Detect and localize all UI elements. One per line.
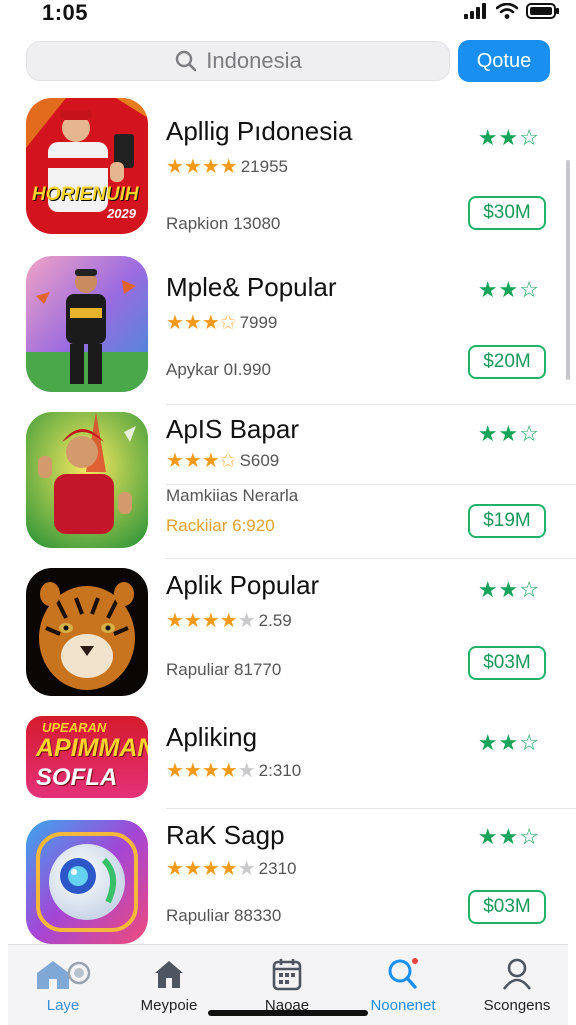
rating-count: 2.59: [258, 610, 292, 630]
calendar-icon: [272, 959, 302, 991]
price-button[interactable]: $19M: [468, 504, 546, 538]
star-rating-icon: ★★★★★: [166, 858, 256, 880]
thumbs-up-person-icon: [26, 412, 148, 548]
icon-top-text: UPEARAN: [42, 720, 107, 735]
athlete-with-phone-icon: HORIENUIH 2029: [26, 98, 148, 234]
star-rating-icon: ★★★✩: [166, 450, 237, 472]
rating-count: 21955: [240, 156, 288, 176]
icon-year-text: 2029: [107, 206, 136, 221]
rating-count: 7999: [239, 312, 278, 332]
tab-noonenet[interactable]: Noonenet: [348, 951, 458, 1015]
rating-count: S609: [239, 450, 280, 470]
app-name: ApIS Bapar: [166, 414, 299, 444]
tab-scongens[interactable]: Scongens: [462, 951, 572, 1015]
search-icon: [388, 958, 418, 989]
search-input[interactable]: Indonesia: [26, 41, 450, 81]
price-button[interactable]: $03M: [468, 890, 546, 924]
green-stars-icon: ★★☆: [477, 577, 540, 602]
icon-subtitle-text: SOFLA: [36, 764, 118, 791]
wifi-icon: [496, 3, 518, 19]
app-name: RaK Sagp: [166, 820, 285, 850]
home-icon: [37, 961, 91, 989]
house-icon: [155, 961, 183, 988]
icon-title-text: HORIENUIH: [32, 184, 139, 205]
app-name: Mple& Popular: [166, 272, 337, 302]
search-icon: [176, 50, 197, 72]
app-name: Apllig Pıdonesia: [166, 116, 353, 146]
list-item[interactable]: RaK Sagp ★★★★★ 2310 Rapuliar 88330 ★★☆ $…: [0, 820, 576, 946]
tiger-icon: [26, 568, 148, 696]
battery-icon: [526, 3, 559, 19]
app-rating: ★★★★ 21955: [166, 154, 288, 179]
tab-naoae[interactable]: Naoae: [232, 951, 342, 1015]
dancer-icon: [26, 256, 148, 392]
app-secondary-subtitle: Rackiiar 6:920: [166, 516, 275, 535]
text-logo-icon: UPEARAN APIMMAN SOFLA: [26, 716, 148, 798]
green-stars-icon: ★★☆: [477, 824, 540, 849]
green-stars-icon: ★★☆: [477, 277, 540, 302]
tab-meypoie[interactable]: Meypoie: [114, 951, 224, 1015]
tab-laye[interactable]: Laye: [8, 951, 118, 1015]
app-rating: ★★★✩ S609: [166, 448, 279, 473]
list-item[interactable]: UPEARAN APIMMAN SOFLA Apliking ★★★★★ 2:3…: [0, 716, 576, 806]
row-divider: [166, 808, 576, 809]
app-rating: ★★★✩ 7999: [166, 310, 277, 335]
list-item[interactable]: Aplik Popular ★★★★★ 2.59 Rapuliar 81770 …: [0, 568, 576, 718]
list-item[interactable]: Mple& Popular ★★★✩ 7999 Apykar 0I.990 ★★…: [0, 256, 576, 406]
tab-label: Scongens: [483, 997, 551, 1014]
green-stars-icon: ★★☆: [477, 125, 540, 150]
row-divider: [166, 404, 576, 405]
row-divider: [166, 484, 576, 485]
status-icons: [464, 3, 560, 19]
star-rating-icon: ★★★★: [166, 156, 238, 178]
app-rating: ★★★★★ 2310: [166, 856, 296, 881]
app-subtitle: Mamkiias Nerarla: [166, 486, 299, 505]
price-button[interactable]: $03M: [468, 646, 546, 680]
list-item[interactable]: HORIENUIH 2029 Apllig Pıdonesia ★★★★ 219…: [0, 98, 576, 248]
app-subtitle: Apykar 0I.990: [166, 360, 271, 379]
app-subtitle: Rapuliar 81770: [166, 660, 282, 679]
price-button[interactable]: $30M: [468, 196, 546, 230]
app-rating: ★★★★★ 2:310: [166, 758, 301, 783]
price-button[interactable]: $20M: [468, 345, 546, 379]
app-subtitle: Rapkion 13080: [166, 214, 281, 233]
search-row: Indonesia Qotue: [26, 40, 550, 84]
tab-label: Laye: [46, 997, 80, 1014]
list-item[interactable]: ApIS Bapar ★★★✩ S609 Mamkiias Nerarla Ra…: [0, 412, 576, 562]
scrollbar[interactable]: [566, 160, 570, 380]
star-rating-icon: ★★★✩: [166, 312, 237, 334]
green-stars-icon: ★★☆: [477, 730, 540, 755]
rating-count: 2310: [258, 858, 297, 878]
rating-count: 2:310: [258, 760, 302, 780]
star-rating-icon: ★★★★★: [166, 610, 256, 632]
icon-title-text: APIMMAN: [36, 734, 148, 762]
home-indicator: [208, 1010, 368, 1016]
status-time: 1:05: [42, 0, 89, 25]
row-divider: [166, 558, 576, 559]
app-name: Aplik Popular: [166, 570, 320, 600]
status-bar: 1:05: [0, 0, 576, 30]
person-icon: [502, 958, 532, 990]
app-name: Apliking: [166, 722, 258, 752]
search-submit-button[interactable]: Qotue: [458, 40, 550, 82]
cellular-signal-icon: [464, 3, 486, 19]
green-stars-icon: ★★☆: [477, 421, 540, 446]
star-rating-icon: ★★★★★: [166, 760, 256, 782]
app-rating: ★★★★★ 2.59: [166, 608, 292, 633]
app-subtitle: Rapuliar 88330: [166, 906, 282, 925]
camera-ball-icon: [26, 820, 148, 944]
search-query-text: Indonesia: [206, 48, 302, 73]
